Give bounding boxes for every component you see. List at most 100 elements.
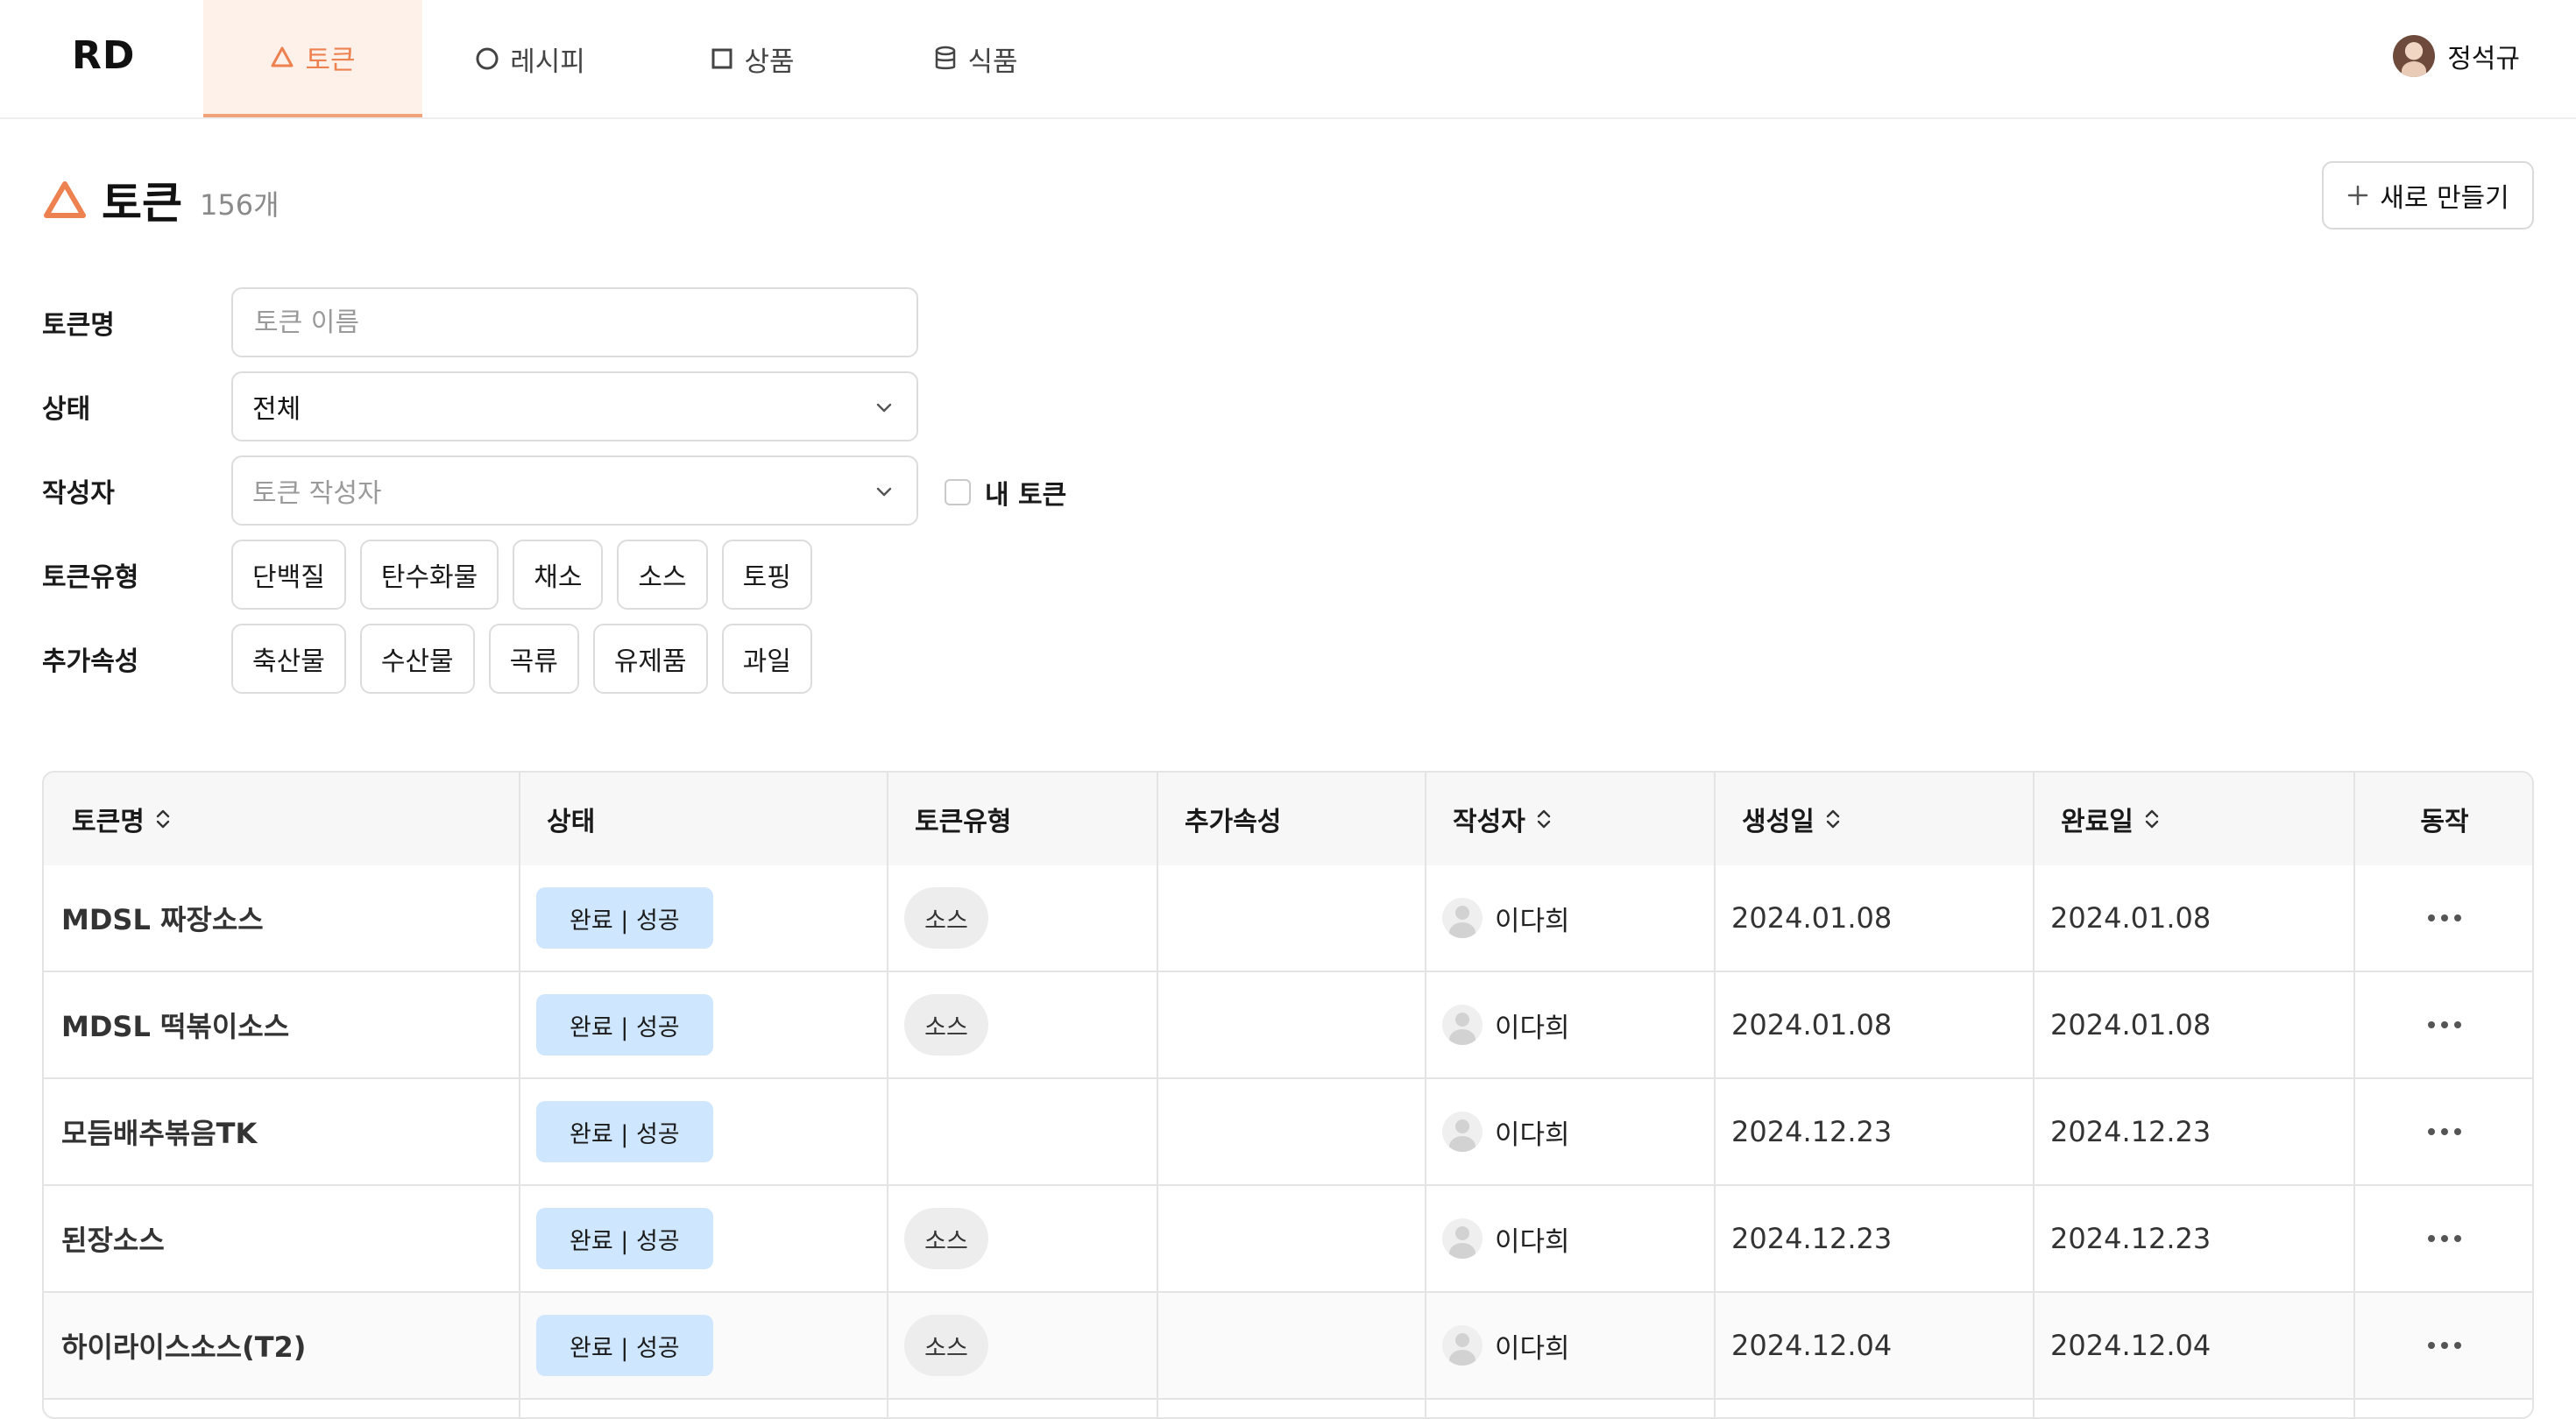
status-badge: 완료 | 성공 xyxy=(536,1101,713,1162)
column-header-status: 상태 xyxy=(519,773,887,865)
row-author-cell: 이다희 xyxy=(1442,1079,1570,1184)
author: 이다희 xyxy=(1442,1112,1570,1152)
filter-name-label: 토큰명 xyxy=(42,310,115,341)
row-author-cell: 이다희 xyxy=(1442,1186,1570,1291)
token-name[interactable]: MDSL 떡볶이소스 xyxy=(61,1005,289,1045)
row-completed-cell: 2024.01.08 xyxy=(2050,865,2211,971)
author-avatar xyxy=(1442,1112,1483,1152)
token-name-field[interactable] xyxy=(231,287,918,357)
more-options-icon[interactable] xyxy=(2419,1119,2470,1144)
chip-extra-fruit[interactable]: 과일 xyxy=(721,624,812,694)
tab-recipe-label: 레시피 xyxy=(510,46,585,78)
tab-product[interactable]: 상품 xyxy=(701,0,804,117)
row-created-cell: 2024.01.08 xyxy=(1731,972,1892,1077)
status-badge: 완료 | 성공 xyxy=(536,1315,713,1376)
token-name[interactable]: 하이라이스소스(T2) xyxy=(61,1325,306,1366)
column-header-completed[interactable]: 완료일 xyxy=(2033,773,2353,865)
chip-extra-seafood[interactable]: 수산물 xyxy=(359,624,475,694)
author: 이다희 xyxy=(1442,1005,1570,1045)
extra-attribute-chips: 축산물 수산물 곡류 유제품 과일 xyxy=(231,624,812,694)
triangle-icon xyxy=(271,46,294,67)
filter-author-label: 작성자 xyxy=(42,478,115,509)
token-name[interactable]: 모듬배추볶음TK xyxy=(61,1112,257,1152)
author-name: 이다희 xyxy=(1495,1332,1570,1365)
chip-type-sauce[interactable]: 소스 xyxy=(617,540,708,610)
page-title-text: 토큰 xyxy=(102,178,182,229)
chip-type-protein[interactable]: 단백질 xyxy=(231,540,346,610)
user-name: 정석규 xyxy=(2447,44,2520,74)
user-avatar xyxy=(2393,35,2436,77)
user-menu[interactable]: 정석규 xyxy=(2393,35,2520,77)
row-status-cell: 완료 | 성공 xyxy=(536,1079,713,1184)
chip-type-carbohydrate[interactable]: 탄수화물 xyxy=(359,540,499,610)
more-options-icon[interactable] xyxy=(2419,906,2470,930)
column-header-action: 동작 xyxy=(2353,773,2532,865)
table-row[interactable]: 모듬배추볶음TK 완료 | 성공 이다희 2024.12.23 2024.12.23 xyxy=(44,1079,2532,1186)
chip-extra-dairy[interactable]: 유제품 xyxy=(592,624,708,694)
chip-type-topping[interactable]: 토핑 xyxy=(721,540,812,610)
completed-date: 2024.01.08 xyxy=(2050,1008,2212,1041)
my-token-toggle[interactable]: 내 토큰 xyxy=(945,473,1066,512)
author-select[interactable]: 토큰 작성자 xyxy=(231,455,918,526)
column-header-action-label: 동작 xyxy=(2420,807,2469,837)
token-name[interactable]: MDSL 짜장소스 xyxy=(61,898,264,938)
sort-icon xyxy=(2145,809,2159,829)
row-created-cell: 2024.12.23 xyxy=(1731,1079,1892,1184)
create-new-button[interactable]: 새로 만들기 xyxy=(2322,161,2534,229)
filter-extra-label: 추가속성 xyxy=(42,646,139,677)
more-options-icon[interactable] xyxy=(2419,1013,2470,1037)
column-divider xyxy=(519,773,520,1417)
author-name: 이다희 xyxy=(1495,1012,1570,1044)
filter-type-label: 토큰유형 xyxy=(42,562,139,593)
more-options-icon[interactable] xyxy=(2419,1226,2470,1251)
chip-extra-livestock[interactable]: 축산물 xyxy=(231,624,346,694)
row-action-cell xyxy=(2353,1186,2532,1291)
tab-recipe[interactable]: 레시피 xyxy=(464,0,596,117)
tab-product-label: 상품 xyxy=(744,46,795,78)
tab-token[interactable]: 토큰 xyxy=(203,0,422,117)
table-row[interactable]: 된장소스 완료 | 성공 소스 이다희 2024.12.23 2024.12.23 xyxy=(44,1186,2532,1293)
page-title: 토큰 156개 xyxy=(42,168,280,231)
created-date: 2024.12.23 xyxy=(1731,1115,1893,1148)
type-badge: 소스 xyxy=(904,1315,988,1376)
table-row[interactable]: 하이라이스소스(T2) 완료 | 성공 소스 이다희 2024.12.04 2024.12… xyxy=(44,1293,2532,1400)
type-badge: 소스 xyxy=(904,1208,988,1269)
column-header-name[interactable]: 토큰명 xyxy=(44,773,519,865)
row-status-cell: 완료 | 성공 xyxy=(536,1293,713,1398)
app-logo[interactable]: RD xyxy=(72,33,135,78)
table-row[interactable]: MDSL 짜장소스 완료 | 성공 소스 이다희 2024.01.08 2024.01.0… xyxy=(44,865,2532,972)
column-header-type: 토큰유형 xyxy=(887,773,1157,865)
author-name: 이다희 xyxy=(1495,1225,1570,1258)
row-name-cell: MDSL 짜장소스 xyxy=(61,865,264,971)
tab-food[interactable]: 식품 xyxy=(924,0,1028,117)
status-select[interactable]: 전체 xyxy=(231,371,918,441)
column-divider xyxy=(2033,773,2035,1417)
row-completed-cell: 2024.12.23 xyxy=(2050,1079,2211,1184)
chevron-down-icon xyxy=(876,487,892,497)
token-name-input[interactable] xyxy=(252,306,897,339)
tab-token-label: 토큰 xyxy=(305,44,356,76)
top-navigation-bar: RD 토큰 레시피 상품 식품 정석규 xyxy=(0,0,2576,119)
sort-icon xyxy=(1826,809,1840,829)
author-name: 이다희 xyxy=(1495,905,1570,937)
chip-type-vegetable[interactable]: 채소 xyxy=(513,540,604,610)
chip-extra-grain[interactable]: 곡류 xyxy=(488,624,579,694)
table-row[interactable]: MDSL 떡볶이소스 완료 | 성공 소스 이다희 2024.01.08 2024.01.… xyxy=(44,972,2532,1079)
row-author-cell: 이다희 xyxy=(1442,1293,1570,1398)
column-divider xyxy=(1157,773,1158,1417)
more-options-icon[interactable] xyxy=(2419,1333,2470,1358)
column-header-created[interactable]: 생성일 xyxy=(1714,773,2033,865)
completed-date: 2024.01.08 xyxy=(2050,901,2212,935)
column-divider xyxy=(1425,773,1426,1417)
column-header-extra: 추가속성 xyxy=(1157,773,1425,865)
token-name[interactable]: 된장소스 xyxy=(61,1218,165,1259)
row-action-cell xyxy=(2353,865,2532,971)
my-token-checkbox[interactable] xyxy=(945,479,971,505)
completed-date: 2024.12.23 xyxy=(2050,1222,2212,1255)
filter-status-label: 상태 xyxy=(42,394,91,425)
author-avatar xyxy=(1442,898,1483,938)
row-completed-cell: 2024.12.04 xyxy=(2050,1293,2211,1398)
column-header-status-label: 상태 xyxy=(547,807,596,837)
token-type-chips: 단백질 탄수화물 채소 소스 토핑 xyxy=(231,540,812,610)
column-header-author[interactable]: 작성자 xyxy=(1425,773,1714,865)
